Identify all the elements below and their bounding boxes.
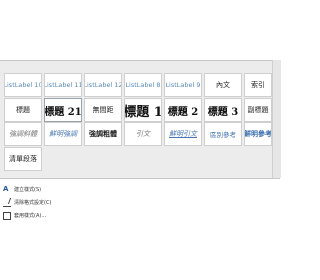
style-label: 鮮明參考 xyxy=(244,130,272,138)
style-label: 索引 xyxy=(251,81,265,89)
style-label: 標題 1 xyxy=(124,104,162,120)
clear-formatting-icon xyxy=(3,198,11,207)
style-label: 內文 xyxy=(216,81,230,89)
style-index[interactable]: 索引 xyxy=(244,73,272,97)
style-heading-2[interactable]: 標題 2 xyxy=(164,98,202,122)
gallery-scrollbar[interactable] xyxy=(272,60,281,178)
style-subtle-reference[interactable]: 區別參考 xyxy=(204,122,242,146)
create-style-item[interactable]: A 建立樣式(S) xyxy=(3,183,41,195)
style-label: 引文 xyxy=(136,130,150,138)
style-label: ListLabel 11 xyxy=(44,81,82,89)
style-label: 標題 21 xyxy=(44,106,82,118)
style-label: ListLabel 9 xyxy=(165,81,201,89)
style-emphasis[interactable]: 強調斜體 xyxy=(4,122,42,146)
style-label: 無間距 xyxy=(92,106,114,114)
style-heading-1[interactable]: 標題 1 xyxy=(124,98,162,122)
apply-styles-icon xyxy=(3,211,11,220)
style-label: 強調粗體 xyxy=(89,130,117,138)
style-label: 鮮明強調 xyxy=(49,130,77,138)
style-listlabel-10[interactable]: ListLabel 10 xyxy=(4,73,42,97)
style-title[interactable]: 標題 xyxy=(4,98,42,122)
style-label: ListLabel 10 xyxy=(4,81,42,89)
style-list-paragraph[interactable]: 清單段落 xyxy=(4,147,42,171)
style-label: ListLabel 12 xyxy=(84,81,122,89)
style-label: 強調斜體 xyxy=(9,130,37,138)
style-listlabel-8[interactable]: ListLabel 8 xyxy=(124,73,162,97)
style-label: 標題 3 xyxy=(207,106,239,118)
style-intense-reference[interactable]: 鮮明參考 xyxy=(244,122,272,146)
style-listlabel-11[interactable]: ListLabel 11 xyxy=(44,73,82,97)
style-label: 標題 2 xyxy=(167,106,199,118)
style-label: 區別參考 xyxy=(210,131,236,139)
style-quote[interactable]: 引文 xyxy=(124,122,162,146)
style-intense-emphasis[interactable]: 鮮明強調 xyxy=(44,122,82,146)
style-normal[interactable]: 內文 xyxy=(204,73,242,97)
style-heading-21[interactable]: 標題 21 xyxy=(44,98,82,122)
apply-styles-item[interactable]: 套用樣式(A)... xyxy=(3,209,46,221)
clear-formatting-item[interactable]: 清除格式設定(C) xyxy=(3,196,51,208)
style-subtitle[interactable]: 副標題 xyxy=(244,98,272,122)
style-label: ListLabel 8 xyxy=(125,81,161,89)
style-strong[interactable]: 強調粗體 xyxy=(84,122,122,146)
menu-label: 套用樣式(A)... xyxy=(14,212,47,219)
style-label: 標題 xyxy=(16,106,30,114)
style-listlabel-9[interactable]: ListLabel 9 xyxy=(164,73,202,97)
style-label: 清單段落 xyxy=(9,155,37,163)
menu-label: 建立樣式(S) xyxy=(14,186,42,193)
style-label: 鮮明引文 xyxy=(169,130,197,138)
style-listlabel-12[interactable]: ListLabel 12 xyxy=(84,73,122,97)
styles-menu: A 建立樣式(S) 清除格式設定(C) 套用樣式(A)... xyxy=(0,179,280,280)
style-no-spacing[interactable]: 無間距 xyxy=(84,98,122,122)
document-area xyxy=(0,0,280,60)
menu-label: 清除格式設定(C) xyxy=(14,199,52,206)
style-label: 副標題 xyxy=(247,106,269,114)
style-heading-3[interactable]: 標題 3 xyxy=(204,98,242,122)
style-intense-quote[interactable]: 鮮明引文 xyxy=(164,122,202,146)
create-style-icon: A xyxy=(3,185,9,193)
